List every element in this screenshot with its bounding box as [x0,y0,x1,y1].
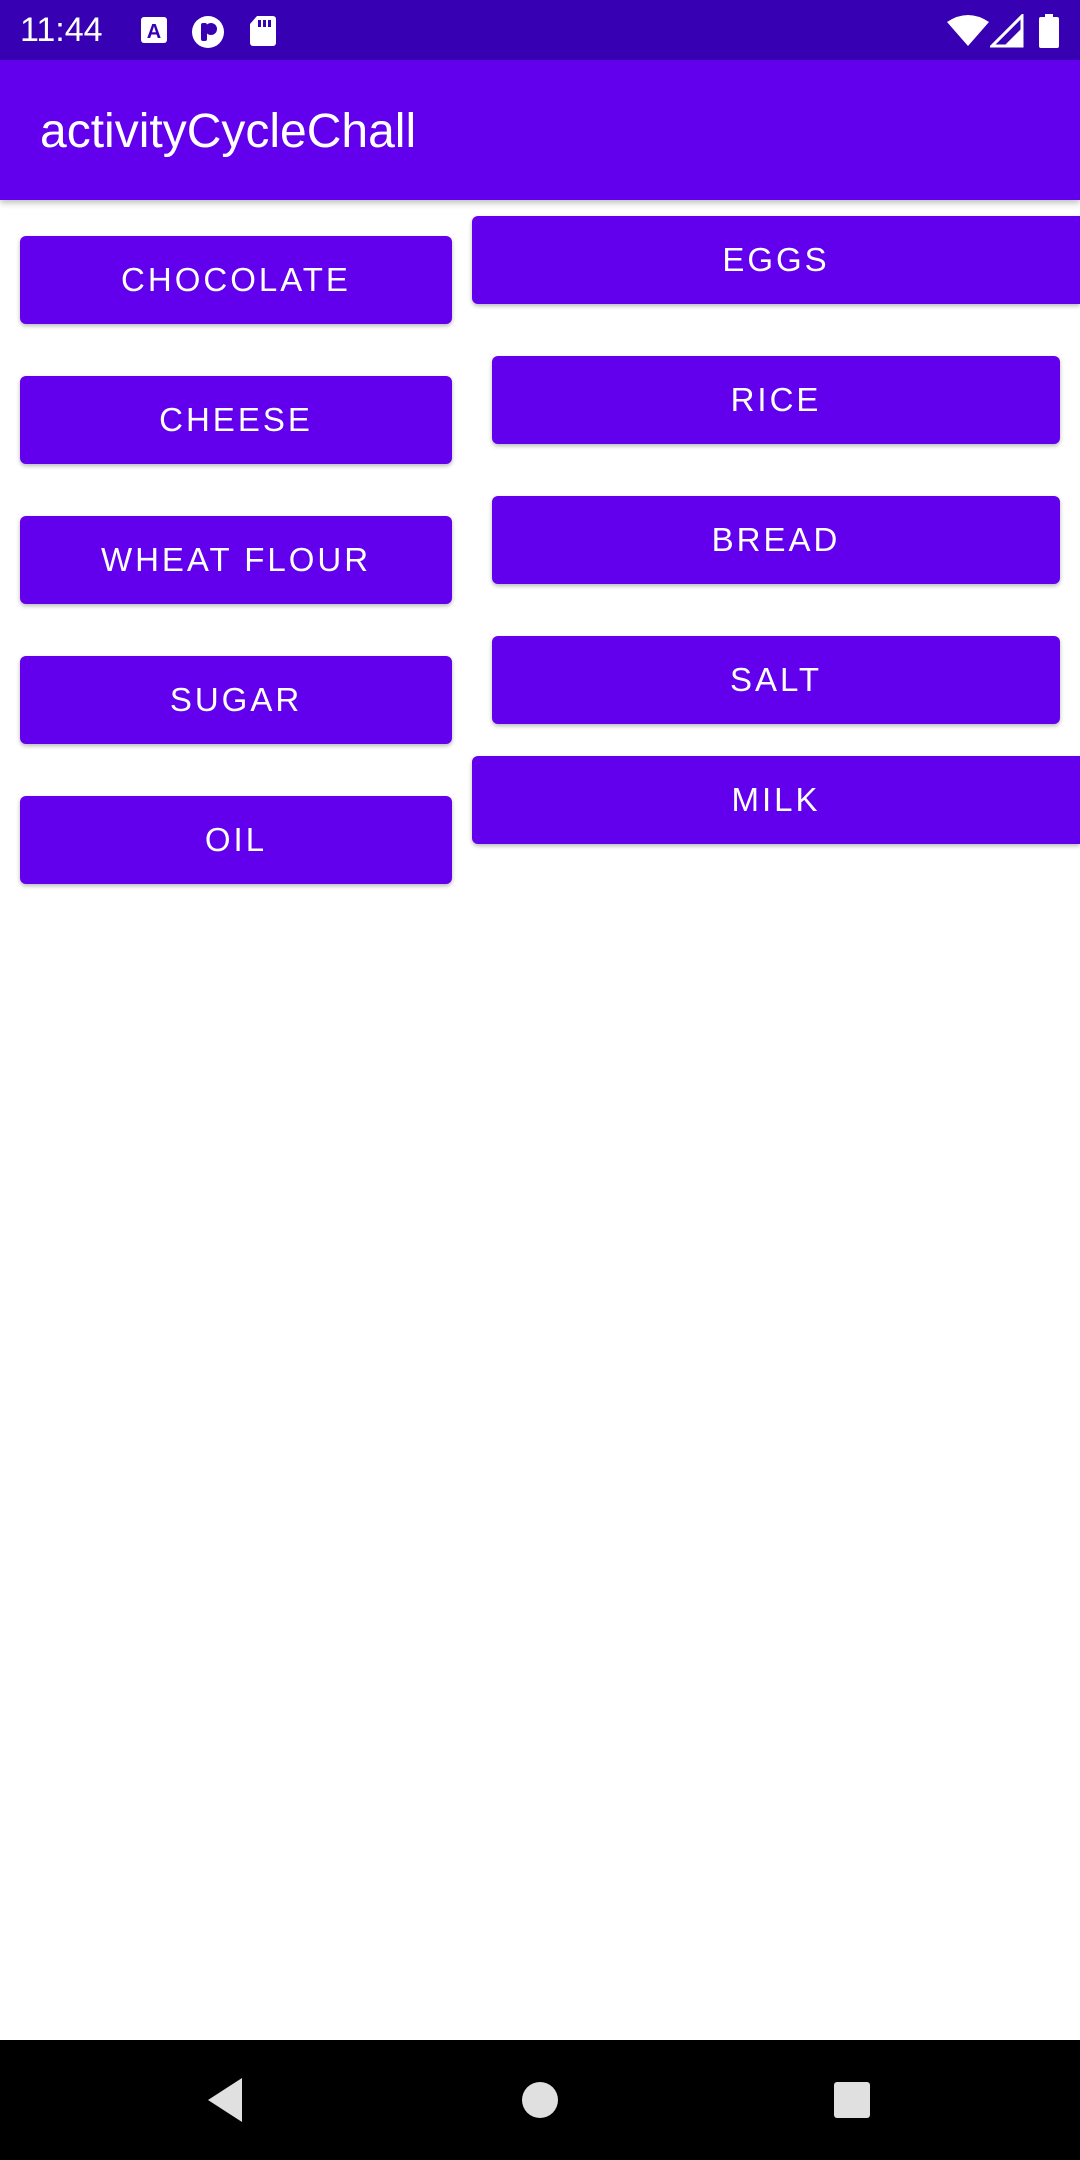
eggs-button[interactable]: EGGS [472,216,1080,304]
rice-button[interactable]: RICE [492,356,1060,444]
status-bar: 11:44 A [0,0,1080,60]
app-bar: activityCycleChall [0,60,1080,200]
home-icon[interactable] [510,2070,570,2130]
screen: 11:44 A activityCycleChall CHOCOLATE CHE… [0,0,1080,2160]
sd-card-icon [248,14,278,46]
milk-button[interactable]: MILK [472,756,1080,844]
salt-button[interactable]: SALT [492,636,1060,724]
podcast-p-icon [190,14,226,48]
wheat-flour-button[interactable]: WHEAT FLOUR [20,516,452,604]
svg-text:A: A [147,21,161,43]
battery-icon [1038,14,1060,48]
sugar-button[interactable]: SUGAR [20,656,452,744]
wifi-icon [946,14,990,46]
back-icon[interactable] [196,2070,256,2130]
recents-icon[interactable] [822,2070,882,2130]
navigation-bar [0,2040,1080,2160]
bread-button[interactable]: BREAD [492,496,1060,584]
status-time: 11:44 [20,11,103,49]
cheese-button[interactable]: CHEESE [20,376,452,464]
chocolate-button[interactable]: CHOCOLATE [20,236,452,324]
oil-button[interactable]: OIL [20,796,452,884]
accessibility-a-icon: A [138,14,170,46]
app-title: activityCycleChall [40,105,417,158]
signal-icon [990,14,1024,48]
